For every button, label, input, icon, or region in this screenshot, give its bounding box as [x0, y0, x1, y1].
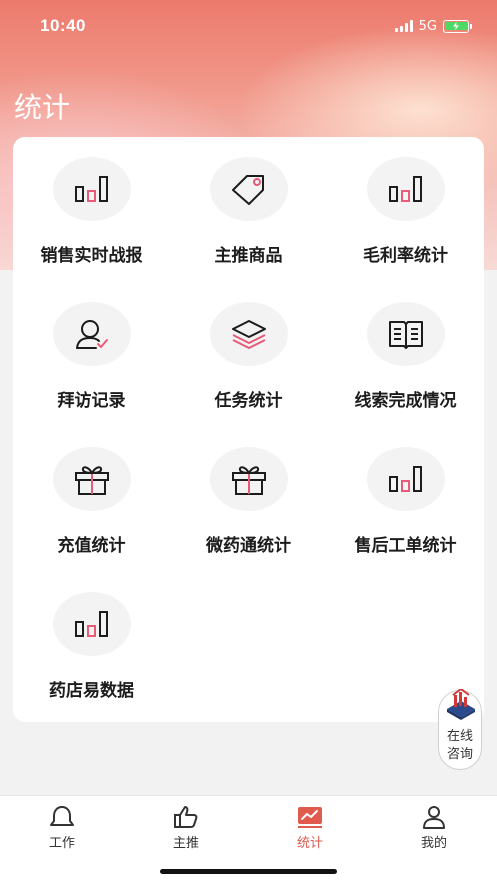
tab-mine[interactable]: 我的 — [372, 804, 496, 851]
consult-badge-icon — [441, 687, 481, 723]
chart-icon — [298, 807, 322, 828]
book-icon — [388, 321, 423, 349]
user-check-icon — [75, 320, 108, 349]
thumbs-up-icon — [174, 806, 198, 828]
consult-label: 在线 咨询 — [446, 729, 473, 762]
status-time: 10:40 — [40, 16, 86, 35]
tile-sales-report[interactable]: 销售实时战报 — [13, 157, 170, 277]
gift-icon — [231, 466, 266, 495]
page-title: 统计 — [14, 91, 71, 124]
person-icon — [423, 806, 445, 829]
bar-chart-icon — [74, 611, 108, 637]
tab-stats[interactable]: 统计 — [248, 804, 372, 851]
network-label: 5G — [418, 18, 437, 34]
bar-chart-icon — [388, 176, 422, 202]
tile-pharmacy-data[interactable]: 药店易数据 — [13, 592, 170, 712]
bell-icon — [50, 806, 74, 826]
tab-featured[interactable]: 主推 — [124, 804, 248, 851]
tile-recharge-stats[interactable]: 充值统计 — [13, 447, 170, 567]
tile-featured-products[interactable]: 主推商品 — [170, 157, 327, 277]
tile-label: 微药通统计 — [206, 536, 291, 556]
tile-label: 毛利率统计 — [363, 246, 448, 266]
status-indicators: 5G — [394, 18, 472, 34]
home-indicator[interactable] — [160, 869, 337, 874]
tile-label: 售后工单统计 — [354, 536, 457, 556]
tag-icon — [231, 175, 264, 205]
tile-label: 主推商品 — [214, 246, 283, 266]
status-bar: 10:40 5G — [0, 0, 497, 52]
tile-visit-records[interactable]: 拜访记录 — [13, 302, 170, 422]
tile-after-sales-stats[interactable]: 售后工单统计 — [327, 447, 484, 567]
tile-label: 销售实时战报 — [40, 246, 143, 266]
layers-icon — [231, 320, 266, 349]
tile-task-stats[interactable]: 任务统计 — [170, 302, 327, 422]
tile-label: 线索完成情况 — [354, 391, 457, 411]
battery-icon — [443, 19, 472, 33]
tile-weiyaotong-stats[interactable]: 微药通统计 — [170, 447, 327, 567]
tile-label: 拜访记录 — [57, 391, 126, 411]
tile-label: 药店易数据 — [49, 681, 134, 701]
tile-label: 充值统计 — [57, 536, 126, 556]
bar-chart-icon — [388, 466, 422, 492]
stats-card: 销售实时战报 主推商品 毛利率统计 拜访记录 任务统计 线索完成情况 充值统计 … — [13, 137, 484, 722]
signal-icon — [394, 20, 413, 32]
gift-icon — [74, 466, 109, 495]
tile-lead-completion[interactable]: 线索完成情况 — [327, 302, 484, 422]
tile-label: 任务统计 — [214, 391, 283, 411]
tab-work[interactable]: 工作 — [0, 804, 124, 851]
tile-gross-margin[interactable]: 毛利率统计 — [327, 157, 484, 277]
bar-chart-icon — [74, 176, 108, 202]
online-consult-button[interactable]: 在线 咨询 — [438, 687, 482, 770]
